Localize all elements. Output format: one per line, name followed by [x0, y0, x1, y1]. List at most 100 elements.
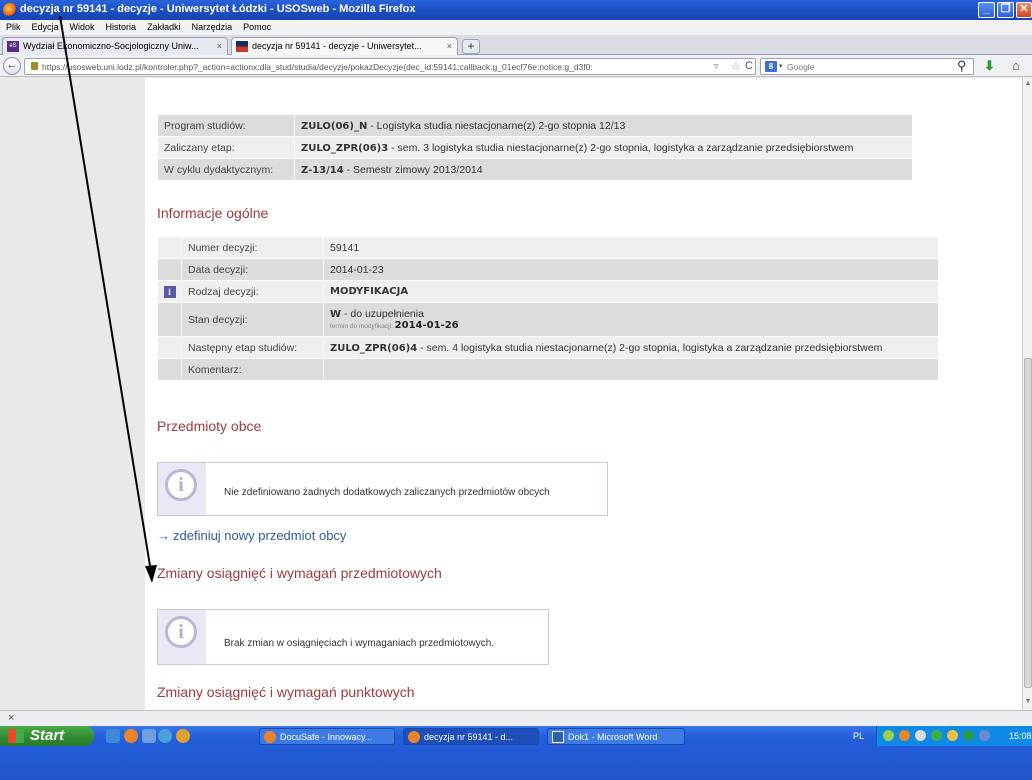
table-row: Data decyzji: 2014-01-23 — [157, 258, 939, 281]
info-circle-icon: i — [165, 469, 197, 501]
icon-cell — [157, 302, 182, 337]
desktop-screen: decyzja nr 59141 - decyzje - Uniwersytet… — [0, 0, 1032, 780]
tab-decyzja[interactable]: decyzja nr 59141 - decyzje - Uniwersytet… — [231, 37, 458, 55]
url-text[interactable]: https://usosweb.uni.lodz.pl/kontroler.ph… — [42, 62, 710, 72]
program-code: ZULO(06)_N — [301, 120, 368, 132]
menu-edycja[interactable]: Edycja — [26, 20, 64, 32]
menu-narzedzia[interactable]: Narzędzia — [186, 20, 238, 32]
navigation-bar: ← https://usosweb.uni.lodz.pl/kontroler.… — [0, 55, 1032, 77]
etap-value: ZULO_ZPR(06)3 - sem. 3 logistyka studia … — [294, 136, 913, 159]
table-row: W cyklu dydaktycznym: Z-13/14 - Semestr … — [157, 158, 913, 181]
taskbar-button-label: Dok1 - Microsoft Word — [568, 732, 658, 742]
reload-icon[interactable]: C — [745, 60, 753, 72]
quicklaunch-firefox-icon[interactable] — [124, 729, 138, 743]
search-icon[interactable]: ⚲ — [957, 58, 967, 74]
usos-favicon-icon — [236, 41, 248, 52]
new-tab-button[interactable]: + — [462, 39, 480, 54]
home-icon[interactable]: ⌂ — [1012, 58, 1020, 74]
search-bar[interactable]: 8 ▾ Google — [760, 58, 974, 75]
scrollbar-thumb[interactable] — [1024, 358, 1032, 688]
notice-message: Nie zdefiniowano żadnych dodatkowych zal… — [224, 487, 550, 498]
address-bar[interactable]: https://usosweb.uni.lodz.pl/kontroler.ph… — [24, 58, 756, 75]
nastepny-etap-text: - sem. 4 logistyka studia niestacjonarne… — [417, 341, 883, 354]
section-heading-osiagniecia: Zmiany osiągnięć i wymagań przedmiotowyc… — [157, 565, 442, 581]
tab-close-icon[interactable]: × — [217, 41, 222, 51]
taskbar-button-word[interactable]: Dok1 - Microsoft Word — [547, 728, 685, 745]
komentarz-label: Komentarz: — [181, 358, 324, 381]
define-foreign-subject-link[interactable]: → zdefiniuj nowy przedmiot obcy — [157, 528, 346, 543]
tray-app-icon[interactable] — [899, 730, 910, 741]
lock-icon — [31, 62, 38, 70]
info-icon[interactable]: i — [163, 285, 176, 298]
icon-cell[interactable]: i — [157, 280, 182, 303]
icon-cell — [157, 358, 182, 381]
maximize-button[interactable]: ❐ — [997, 2, 1014, 18]
tray-display-icon[interactable] — [915, 730, 926, 741]
tab-label: decyzja nr 59141 - decyzje - Uniwersytet… — [252, 41, 422, 51]
menu-plik[interactable]: Plik — [0, 20, 26, 32]
stan-deadline-label: termin do modyfikacji: — [330, 323, 393, 330]
numer-label: Numer decyzji: — [181, 236, 324, 259]
tab-wydzial[interactable]: eS Wydział Ekonomiczno-Socjologiczny Uni… — [2, 37, 228, 55]
menu-zakladki[interactable]: Zakładki — [141, 20, 186, 32]
clock: 15:08 — [1009, 731, 1032, 741]
taskbar-button-decyzja[interactable]: decyzja nr 59141 - d... — [403, 728, 539, 745]
table-row: Program studiów: ZULO(06)_N - Logistyka … — [157, 114, 913, 137]
tab-strip: eS Wydział Ekonomiczno-Socjologiczny Uni… — [0, 35, 1032, 55]
vertical-scrollbar[interactable]: ▲ ▼ — [1022, 78, 1032, 710]
notice-icon-column: i — [158, 463, 206, 515]
quicklaunch-desktop-icon[interactable] — [142, 729, 156, 743]
scroll-up-icon[interactable]: ▲ — [1023, 80, 1032, 90]
menu-pomoc[interactable]: Pomoc — [237, 20, 276, 32]
tray-update-icon[interactable] — [947, 730, 958, 741]
link-text[interactable]: zdefiniuj nowy przedmiot obcy — [173, 528, 346, 543]
icon-cell — [157, 258, 182, 281]
url-dropdown-icon[interactable]: ▿ — [714, 61, 719, 72]
menu-historia[interactable]: Historia — [100, 20, 142, 32]
section-heading-punktowe: Zmiany osiągnięć i wymagań punktowych — [157, 684, 415, 700]
program-value: ZULO(06)_N - Logistyka studia niestacjon… — [294, 114, 913, 137]
window-titlebar: decyzja nr 59141 - decyzje - Uniwersytet… — [0, 0, 1032, 20]
quicklaunch-ie-icon[interactable] — [106, 729, 120, 743]
stan-deadline: termin do modyfikacji: 2014-01-26 — [330, 320, 932, 331]
taskbar-button-label: DocuSafe - Innowacy... — [280, 732, 373, 742]
tray-network-icon[interactable] — [883, 730, 894, 741]
tray-security-icon[interactable] — [931, 730, 942, 741]
page-main: Program studiów: ZULO(06)_N - Logistyka … — [145, 78, 1022, 710]
menu-widok[interactable]: Widok — [64, 20, 100, 32]
table-row: Następny etap studiów: ZULO_ZPR(06)4 - s… — [157, 336, 939, 359]
page-viewport: Program studiów: ZULO(06)_N - Logistyka … — [0, 78, 1032, 710]
google-engine-icon[interactable]: 8 — [765, 61, 777, 72]
close-window-button[interactable]: ✕ — [1016, 2, 1032, 18]
language-indicator[interactable]: PL — [853, 731, 864, 741]
findbar-close-icon[interactable]: × — [8, 712, 14, 724]
nastepny-etap-label: Następny etap studiów: — [181, 336, 324, 359]
etap-label: Zaliczany etap: — [157, 136, 295, 159]
search-placeholder: Google — [787, 62, 815, 72]
start-button[interactable]: Start — [0, 726, 94, 746]
tray-sync-icon[interactable] — [963, 730, 974, 741]
quicklaunch-edge-icon[interactable] — [158, 729, 172, 743]
download-icon[interactable]: ⬇ — [984, 58, 995, 74]
etap-text: - sem. 3 logistyka studia niestacjonarne… — [388, 141, 854, 154]
wydzial-favicon-icon: eS — [7, 41, 19, 52]
search-engine-dropdown-icon[interactable]: ▾ — [779, 62, 783, 70]
notice-icon-column: i — [158, 610, 206, 664]
etap-code: ZULO_ZPR(06)3 — [301, 142, 389, 154]
nastepny-etap-code: ZULO_ZPR(06)4 — [330, 342, 418, 354]
table-row: Zaliczany etap: ZULO_ZPR(06)3 - sem. 3 l… — [157, 136, 913, 159]
scroll-down-icon[interactable]: ▼ — [1023, 698, 1032, 708]
rodzaj-label: Rodzaj decyzji: — [181, 280, 324, 303]
bookmark-star-icon[interactable]: ☆ — [731, 60, 741, 73]
table-row: Numer decyzji: 59141 — [157, 236, 939, 259]
table-row: Komentarz: — [157, 358, 939, 381]
rodzaj-value: MODYFIKACJA — [323, 280, 939, 303]
cykl-text: - Semestr zimowy 2013/2014 — [343, 163, 483, 176]
minimize-button[interactable]: _ — [978, 2, 995, 18]
komentarz-value — [323, 358, 939, 381]
tab-close-icon[interactable]: × — [447, 41, 452, 51]
back-button[interactable]: ← — [3, 57, 21, 75]
quicklaunch-app-icon[interactable] — [176, 729, 190, 743]
taskbar-button-docusafe[interactable]: DocuSafe - Innowacy... — [259, 728, 395, 745]
tray-user-icon[interactable] — [979, 730, 990, 741]
